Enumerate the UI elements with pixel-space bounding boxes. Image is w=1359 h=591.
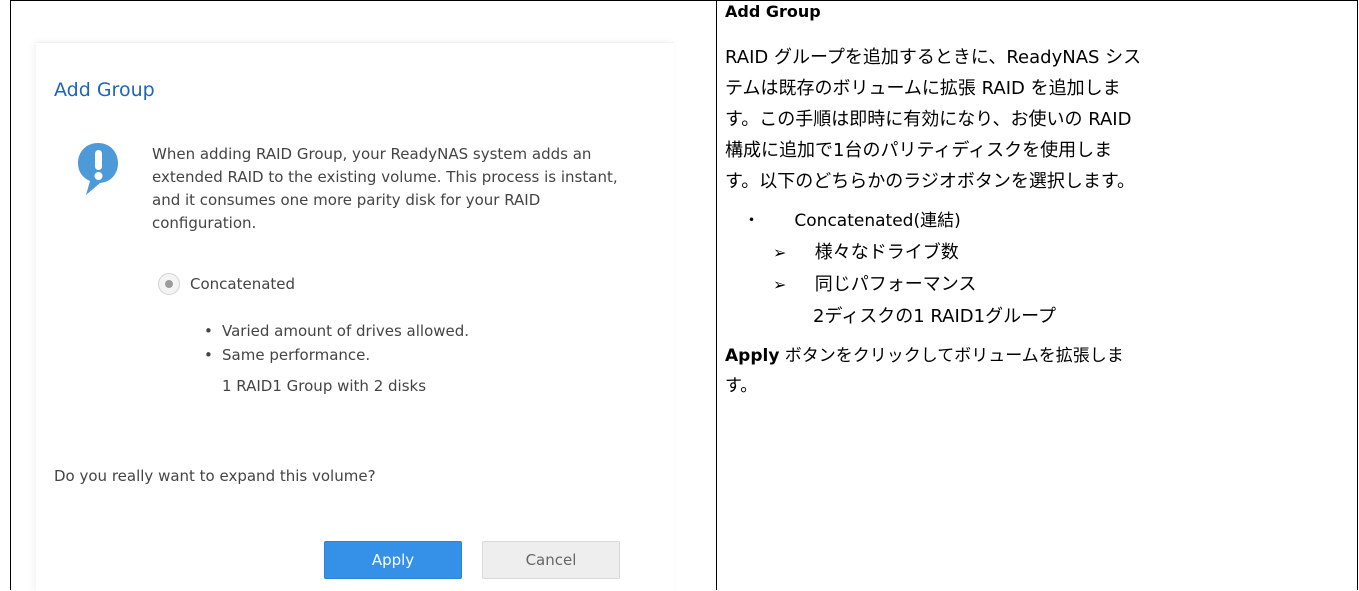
apply-button[interactable]: Apply [324, 541, 462, 579]
list-item: Same performance. [204, 343, 469, 367]
dialog-title: Add Group [54, 79, 155, 101]
table-border-left [10, 0, 11, 590]
description-line: す。この手順は即時に有効になり、お使いの RAID [725, 109, 1132, 130]
dialog-message: When adding RAID Group, your ReadyNAS sy… [152, 145, 618, 232]
description-line: す。以下のどちらかのラジオボタンを選択します。 [725, 171, 1136, 192]
arrow-bullet-icon: ➢ [773, 275, 787, 294]
description-bullet: ・ Concatenated(連結) [743, 206, 961, 231]
apply-instruction-text: ボタンをクリックしてボリュームを拡張しま [779, 346, 1124, 366]
confirm-question: Do you really want to expand this volume… [54, 467, 376, 485]
description-subitem: ➢ 同じパフォーマンス [773, 270, 976, 296]
arrow-bullet-icon: ➢ [773, 243, 787, 262]
description-line: 構成に追加で1台のパリティディスクを使用しま [725, 140, 1113, 161]
add-group-dialog: Add Group When adding RAID Group, your R… [36, 42, 674, 591]
apply-word: Apply [725, 346, 780, 366]
description-line: テムは既存のボリュームに拡張 RAID を追加しま [725, 78, 1121, 99]
description-line: RAID グループを追加するときに、ReadyNAS シス [725, 47, 1142, 68]
table-border-top [10, 0, 1358, 1]
list-item: Varied amount of drives allowed. [204, 319, 469, 343]
description-title: Add Group [725, 2, 821, 21]
option-bullet-list: Varied amount of drives allowed. Same pe… [204, 319, 469, 367]
subitem-text: 様々なドライブ数 [814, 242, 959, 263]
cancel-button[interactable]: Cancel [482, 541, 620, 579]
concatenated-option[interactable]: Concatenated [158, 273, 295, 295]
bullet-text: Concatenated(連結) [794, 211, 961, 231]
raid-group-note: 1 RAID1 Group with 2 disks [222, 377, 427, 395]
subitem-text: 同じパフォーマンス [814, 274, 977, 295]
concatenated-radio-label: Concatenated [190, 275, 296, 293]
concatenated-radio[interactable] [158, 273, 180, 295]
info-speech-bubble-icon [78, 143, 118, 195]
description-subitem-note: 2ディスクの1 RAID1グループ [813, 306, 1056, 327]
table-border-right [1357, 0, 1358, 590]
description-subitem: ➢ 様々なドライブ数 [773, 238, 959, 264]
apply-instruction: Apply ボタンをクリックしてボリュームを拡張しま す。 [725, 341, 1285, 401]
description-paragraph: RAID グループを追加するときに、ReadyNAS シス テムは既存のボリュー… [725, 42, 1325, 197]
bullet-mark: ・ [743, 211, 760, 231]
apply-instruction-text: す。 [725, 376, 758, 396]
table-column-divider [716, 0, 717, 590]
